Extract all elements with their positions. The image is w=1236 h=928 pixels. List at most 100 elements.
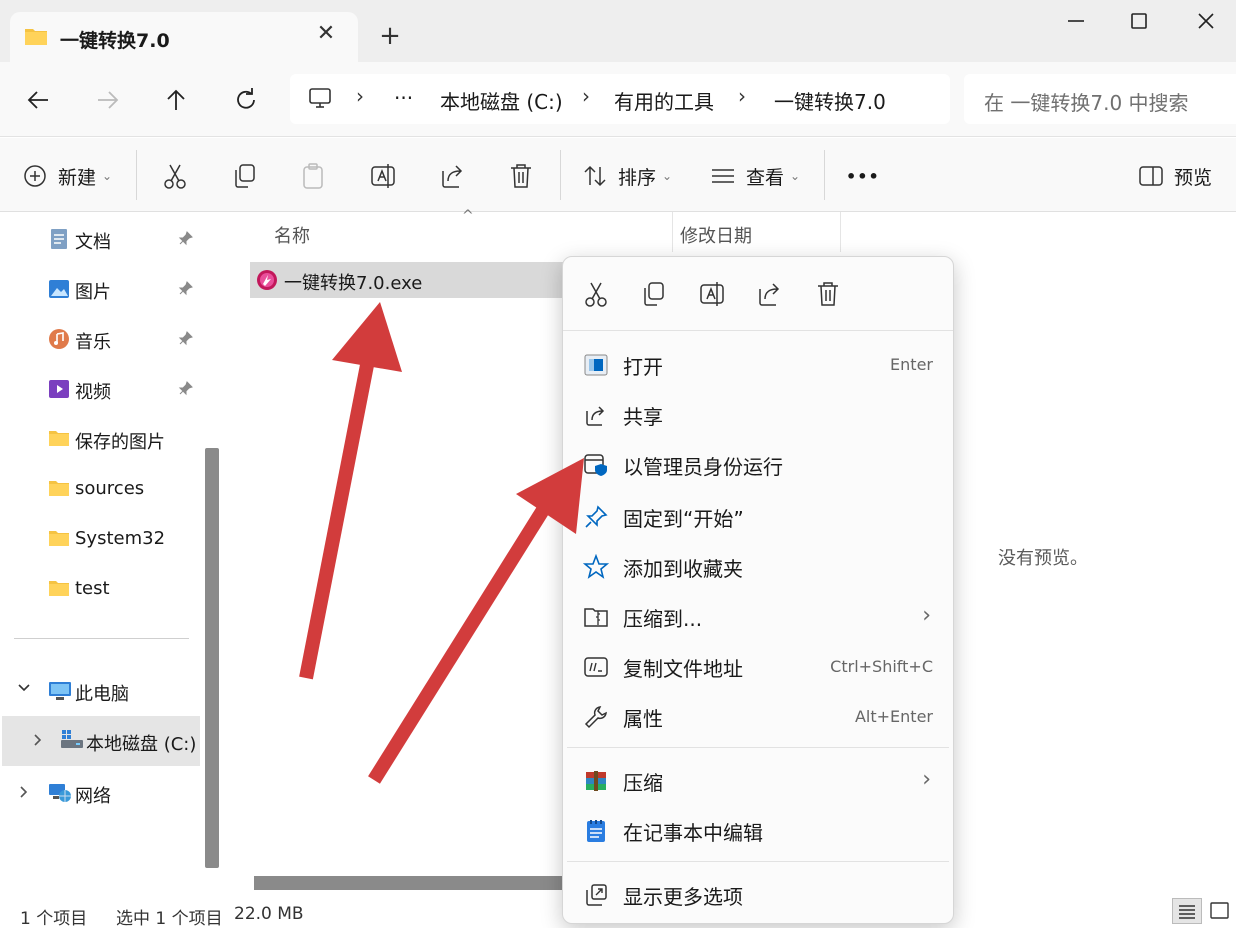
column-header-name[interactable]: 名称 xyxy=(274,222,310,248)
cut-button[interactable] xyxy=(160,156,190,196)
menu-item-label: 压缩 xyxy=(623,771,663,795)
up-button[interactable] xyxy=(158,82,194,118)
divider xyxy=(14,638,189,639)
sidebar-item-videos[interactable]: 视频 xyxy=(0,366,200,410)
sidebar-item-documents[interactable]: 文档 xyxy=(0,216,200,260)
sidebar-item-folder[interactable]: sources xyxy=(0,466,200,510)
copy-button[interactable] xyxy=(230,156,260,196)
forward-button[interactable] xyxy=(90,82,126,118)
copy-icon[interactable] xyxy=(639,279,669,309)
new-button[interactable]: 新建 ⌄ xyxy=(22,156,112,196)
address-bar[interactable]: › ··· 本地磁盘 (C:) › 有用的工具 › 一键转换7.0 xyxy=(290,74,950,124)
sidebar-item-folder[interactable]: System32 xyxy=(0,516,200,560)
delete-button[interactable] xyxy=(506,156,536,196)
chevron-down-icon[interactable] xyxy=(16,680,32,700)
sidebar-item-folder[interactable]: 保存的图片 xyxy=(0,416,200,460)
sidebar-scrollbar[interactable] xyxy=(205,448,219,868)
horizontal-scrollbar[interactable] xyxy=(254,876,564,890)
tiles-view-button[interactable] xyxy=(1208,898,1232,924)
divider xyxy=(824,150,825,200)
sidebar-item-this-pc[interactable]: 此电脑 xyxy=(0,668,200,712)
network-icon xyxy=(48,782,71,804)
view-label: 查看 xyxy=(746,166,785,189)
chevron-right-icon: › xyxy=(738,84,746,108)
menu-item-label: 添加到收藏夹 xyxy=(623,557,743,581)
view-icon xyxy=(712,169,734,183)
chevron-right-icon: › xyxy=(922,767,931,792)
back-button[interactable] xyxy=(20,82,56,118)
menu-item-label: 打开 xyxy=(623,355,663,379)
folder-icon xyxy=(24,26,48,50)
menu-item-edit-in-notepad[interactable]: 在记事本中编辑 xyxy=(563,807,953,853)
close-tab-icon[interactable]: ✕ xyxy=(312,20,340,48)
cut-icon[interactable] xyxy=(581,279,611,309)
details-view-button[interactable] xyxy=(1172,898,1202,924)
rename-button[interactable] xyxy=(368,156,398,196)
preview-pane-button[interactable]: 预览 xyxy=(1138,156,1212,196)
sidebar-item-pictures[interactable]: 图片 xyxy=(0,266,200,310)
menu-item-label: 以管理员身份运行 xyxy=(623,455,783,479)
sort-label: 排序 xyxy=(618,166,657,189)
window-tab[interactable]: 一键转换7.0 ✕ xyxy=(10,12,358,62)
rename-icon[interactable] xyxy=(697,279,727,309)
menu-item-share[interactable]: 共享 xyxy=(563,391,953,437)
menu-item-compress[interactable]: 压缩 › xyxy=(563,757,953,803)
trash-icon[interactable] xyxy=(813,279,843,309)
breadcrumb-tools[interactable]: 有用的工具 xyxy=(614,86,714,115)
menu-item-copy-path[interactable]: 复制文件地址 Ctrl+Shift+C xyxy=(563,643,953,689)
share-button[interactable] xyxy=(438,156,468,196)
menu-item-run-as-admin[interactable]: 以管理员身份运行 xyxy=(563,441,953,487)
menu-item-label: 属性 xyxy=(623,707,663,731)
breadcrumb-local-disk[interactable]: 本地磁盘 (C:) xyxy=(440,86,563,115)
menu-item-open[interactable]: 打开 Enter xyxy=(563,341,953,387)
menu-item-add-to-favorites[interactable]: 添加到收藏夹 xyxy=(563,543,953,589)
sort-button[interactable]: 排序 ⌄ xyxy=(582,156,672,196)
sidebar-item-network[interactable]: 网络 xyxy=(0,770,200,814)
star-icon xyxy=(582,553,610,580)
notepad-icon xyxy=(583,818,609,844)
menu-item-pin-to-start[interactable]: 固定到“开始” xyxy=(563,493,953,539)
plus-circle-icon xyxy=(24,165,46,187)
paste-button[interactable] xyxy=(298,156,328,196)
breadcrumb-current[interactable]: 一键转换7.0 xyxy=(774,86,886,115)
menu-item-label: 压缩到... xyxy=(623,607,703,631)
view-button[interactable]: 查看 ⌄ xyxy=(710,156,800,196)
column-header-modified[interactable]: 修改日期 xyxy=(680,222,752,248)
divider xyxy=(560,150,561,200)
chevron-right-icon[interactable] xyxy=(16,784,32,804)
maximize-button[interactable] xyxy=(1118,6,1158,36)
sidebar-item-folder[interactable]: test xyxy=(0,566,200,610)
file-item[interactable]: 一键转换7.0.exe xyxy=(250,262,570,298)
menu-item-label: 固定到“开始” xyxy=(623,507,744,531)
more-options-button[interactable]: ••• xyxy=(846,156,880,196)
paste-icon xyxy=(303,163,323,189)
menu-item-label: 复制文件地址 xyxy=(623,657,743,681)
search-placeholder: 在 一键转换7.0 中搜索 xyxy=(984,91,1189,115)
search-input[interactable]: 在 一键转换7.0 中搜索 xyxy=(964,74,1236,124)
close-window-button[interactable] xyxy=(1186,6,1226,36)
breadcrumb-overflow[interactable]: ··· xyxy=(394,86,413,110)
sidebar-item-local-disk[interactable]: 本地磁盘 (C:) xyxy=(2,716,200,766)
menu-item-properties[interactable]: 属性 Alt+Enter xyxy=(563,693,953,739)
column-divider[interactable] xyxy=(840,212,841,252)
sidebar-item-label: 此电脑 xyxy=(75,684,129,705)
column-divider[interactable] xyxy=(672,212,673,252)
menu-item-show-more-options[interactable]: 显示更多选项 xyxy=(563,871,953,917)
sidebar-item-music[interactable]: 音乐 xyxy=(0,316,200,360)
preview-label: 预览 xyxy=(1174,166,1213,189)
share-icon[interactable] xyxy=(755,279,785,309)
pin-icon xyxy=(178,380,194,400)
sidebar-item-label: 音乐 xyxy=(75,332,111,353)
minimize-button[interactable] xyxy=(1056,6,1096,36)
music-icon xyxy=(48,328,70,350)
chevron-right-icon[interactable] xyxy=(30,732,46,752)
refresh-button[interactable] xyxy=(228,82,264,118)
context-menu: 打开 Enter 共享 以管理员身份运行 固定到“开始” 添加到收藏夹 压缩到.… xyxy=(562,256,954,924)
menu-item-compress-to[interactable]: 压缩到... › xyxy=(563,593,953,639)
new-tab-button[interactable]: + xyxy=(376,22,404,50)
menu-item-shortcut: Enter xyxy=(890,355,933,374)
selection-count: 选中 1 个项目 xyxy=(116,909,223,928)
show-more-icon xyxy=(583,882,609,908)
copy-path-icon xyxy=(583,654,609,680)
preview-pane-message: 没有预览。 xyxy=(998,548,1088,569)
